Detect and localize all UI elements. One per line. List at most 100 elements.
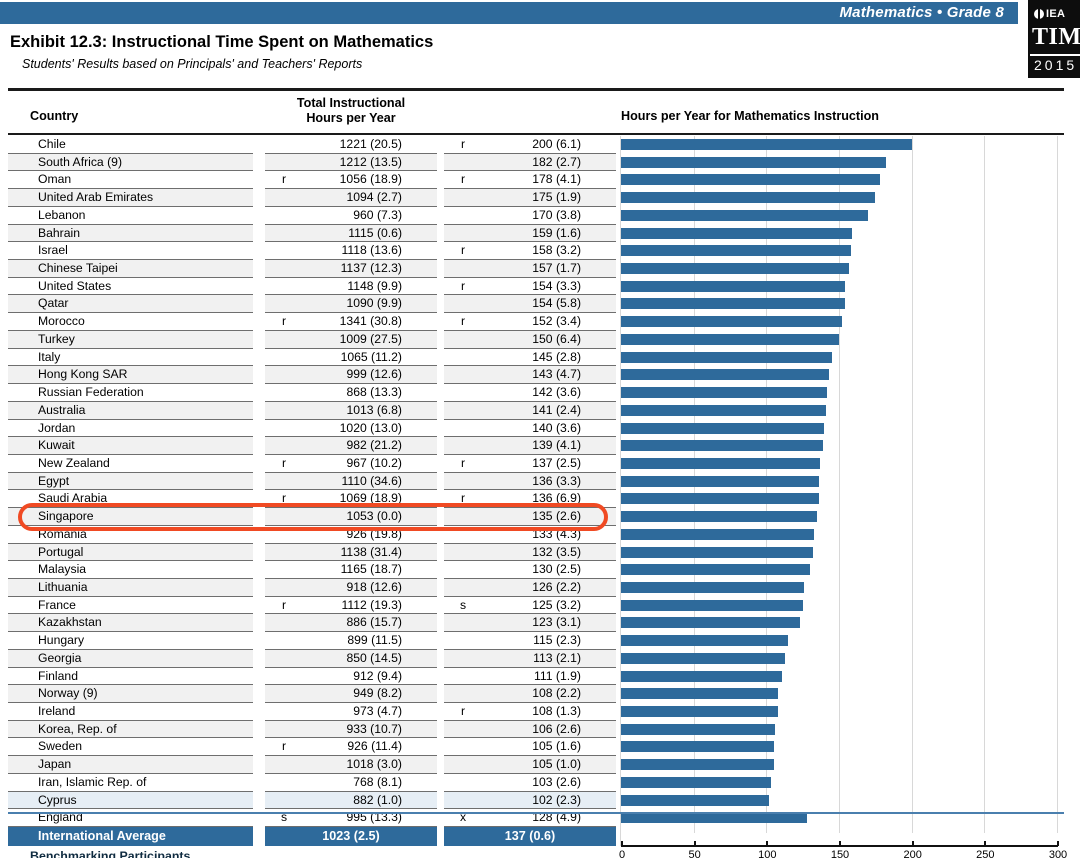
cell-total-hours: 918 (12.6)	[265, 578, 437, 597]
cell-total-hours: 1069 (18.9)	[339, 491, 402, 506]
table-row: Turkey 1009 (27.5) 150 (6.4)	[0, 330, 1080, 349]
cell-math-hours: 130 (2.5)	[532, 562, 581, 577]
cell-total-hours: 768 (8.1)	[353, 774, 402, 789]
cell-country: Bahrain	[8, 224, 253, 243]
cell-math-hours: 159 (1.6)	[444, 224, 616, 243]
cell-math-hours: 145 (2.8)	[532, 349, 581, 364]
cell-total-hours: 868 (13.3)	[346, 385, 402, 400]
cell-total-hours: 973 (4.7)	[353, 704, 402, 718]
cell-total-hours: 899 (11.5)	[347, 633, 402, 648]
cell-country: Lebanon	[38, 207, 86, 222]
table-row: Hong Kong SAR 999 (12.6) 143 (4.7)	[0, 366, 1080, 385]
cell-total-hours: 1138 (31.4)	[265, 543, 437, 562]
table-row: Lithuania 918 (12.6) 126 (2.2)	[0, 578, 1080, 597]
cell-total-hours: 1137 (12.3)	[265, 260, 437, 278]
cell-total-hours: 886 (15.7)	[265, 614, 437, 633]
iea-logo-text: IEA	[1034, 8, 1065, 20]
cell-total-hours: 1341 (30.8)	[339, 314, 402, 329]
cell-total-hours: 960 (7.3)	[353, 207, 402, 222]
cell-country: Korea, Rep. of	[8, 720, 253, 739]
cell-country: Kuwait	[8, 437, 253, 455]
table-row: New Zealand r 967 (10.2) r 137 (2.5)	[0, 455, 1080, 473]
cell-total-hours: 1148 (9.9)	[347, 278, 402, 293]
table-row: Saudi Arabia r 1069 (18.9) r 136 (6.9)	[0, 490, 1080, 509]
cell-country: South Africa (9)	[8, 153, 253, 172]
cell-total-hours: 1056 (18.9)	[339, 172, 402, 187]
axis-tick	[766, 841, 769, 846]
cell-math-hours: 136 (3.3)	[444, 472, 616, 491]
cell-math-hours: 135 (2.6)	[444, 508, 616, 526]
cell-math-hours: 137 (2.5)	[532, 455, 581, 470]
cell-math-hours: 154 (5.8)	[444, 295, 616, 314]
table-row: South Africa (9)s1212 (13.5)s182 (2.7)	[0, 153, 1080, 172]
axis-tick-label: 200	[903, 849, 922, 858]
cell-country: United Arab Emirates	[8, 189, 253, 207]
cell-country: Morocco	[38, 314, 85, 329]
cell-math-hours: 200 (6.1)	[532, 137, 581, 151]
cell-country: Oman	[38, 172, 72, 187]
cell-total-hours: 926 (19.8)	[346, 526, 402, 541]
cell-math-hours: 115 (2.3)	[533, 633, 581, 648]
cell-country: Norway (9)	[8, 685, 253, 703]
cell-math-hours: 125 (3.2)	[532, 597, 581, 612]
logo-divider	[1030, 54, 1080, 56]
axis-tick-label: 250	[976, 849, 995, 858]
cell-total-hours: 1112 (19.3)	[341, 597, 402, 612]
header-subject-grade: Mathematics • Grade 8	[839, 4, 1004, 21]
avg-label: International Average	[8, 827, 253, 847]
column-header-total-line1: Total Instructional	[296, 96, 406, 110]
cell-math-hours: 133 (4.3)	[532, 526, 581, 541]
cell-country: Israel	[38, 243, 68, 258]
table-row: United States 1148 (9.9) r 154 (3.3)	[0, 278, 1080, 296]
cell-country: Italy	[38, 349, 61, 364]
table-row: Israel 1118 (13.6) r 158 (3.2)	[0, 242, 1080, 261]
table-row: Iran, Islamic Rep. of 768 (8.1) 103 (2.6)	[0, 774, 1080, 792]
country-table-body: Chile 1221 (20.5) r 200 (6.1) South Africa (…	[0, 136, 1080, 847]
axis-tick-label: 0	[618, 849, 626, 858]
axis-tick-label: 150	[830, 849, 850, 858]
column-header-math-hours: Hours per Year for Mathematics Instructi…	[620, 109, 879, 123]
cell-total-hours: 912 (9.4)	[353, 668, 402, 683]
cell-country: Hungary	[38, 633, 85, 648]
cell-country: France	[38, 597, 76, 612]
cell-country: Qatar	[8, 295, 253, 314]
benchmarking-participants-label: Benchmarking Participants	[30, 849, 191, 858]
cell-math-hours: 126 (2.2)	[444, 578, 616, 597]
cell-total-hours: 949 (8.2)	[265, 685, 437, 703]
cell-country: Russian Federation	[38, 385, 144, 400]
cell-math-hours: 182 (2.7)	[444, 153, 616, 172]
cell-math-hours: 108 (2.2)	[444, 685, 616, 703]
timss-logo: IEA TIMSS 2015	[1028, 0, 1080, 78]
cell-math-hours: 105 (1.6)	[532, 739, 581, 754]
cell-total-hours: 882 (1.0)	[265, 791, 437, 810]
header-band: Mathematics • Grade 8	[0, 2, 1018, 24]
cell-total-hours: 967 (10.2)	[346, 455, 402, 470]
international-average-row: International Average 1023 (2.5) 137 (0.6)	[0, 827, 1080, 847]
cell-math-hours: 141 (2.4)	[444, 401, 616, 420]
column-header-country: Country	[30, 109, 79, 123]
cell-total-hours: 1118 (13.6)	[341, 243, 402, 258]
cell-country: Ireland	[38, 704, 76, 718]
cell-country: Portugal	[8, 543, 253, 562]
cell-country: Iran, Islamic Rep. of	[38, 774, 147, 789]
cell-country: Lithuania	[8, 578, 253, 597]
table-row: Malaysia 1165 (18.7) 130 (2.5)	[0, 561, 1080, 579]
cell-math-hours: 154 (3.3)	[532, 278, 581, 293]
table-row: Egypts1110 (34.6)s136 (3.3)	[0, 472, 1080, 491]
cell-math-hours: 113 (2.1)	[444, 649, 616, 668]
cell-country: New Zealand	[38, 455, 110, 470]
cell-math-hours: 103 (2.6)	[532, 774, 581, 789]
table-row: Ireland 973 (4.7) r 108 (1.3)	[0, 703, 1080, 721]
table-top-rule	[8, 88, 1064, 91]
column-header-total-hours: Total Instructional Hours per Year	[262, 96, 440, 126]
cell-country: Georgia	[8, 649, 253, 668]
cell-country: Sweden	[38, 739, 83, 754]
table-row: Jordan 1020 (13.0) 140 (3.6)	[0, 420, 1080, 438]
cell-country: Australia	[8, 401, 253, 420]
cell-math-hours: 139 (4.1)	[444, 437, 616, 455]
axis-tick	[621, 841, 623, 846]
axis-tick-label: 50	[688, 849, 701, 858]
timss-year: 2015	[1034, 57, 1078, 73]
cell-math-hours: 105 (1.0)	[444, 756, 616, 774]
page-title: Exhibit 12.3: Instructional Time Spent o…	[10, 33, 434, 51]
